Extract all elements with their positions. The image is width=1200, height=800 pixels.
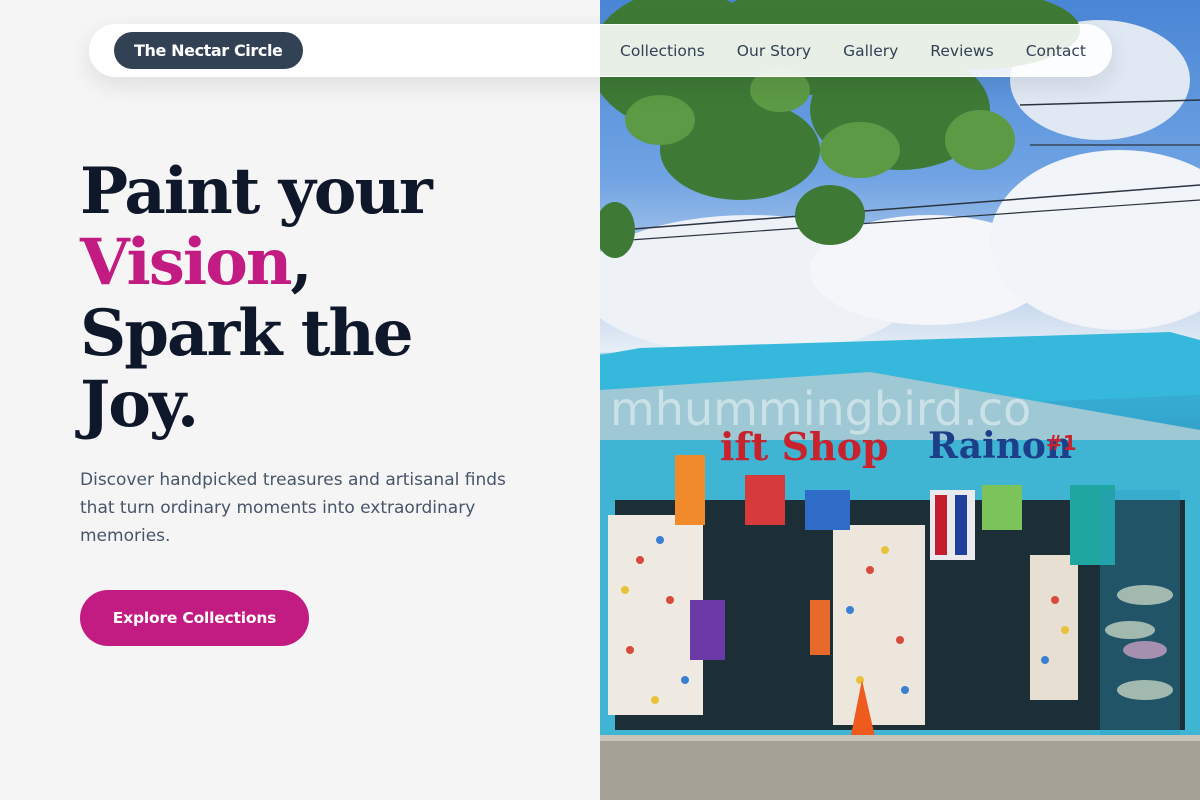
nav-link-reviews[interactable]: Reviews (930, 42, 993, 60)
headline-line-4: Joy. (80, 367, 199, 442)
nav-link-collections[interactable]: Collections (620, 42, 705, 60)
nav-link-gallery[interactable]: Gallery (843, 42, 898, 60)
brand-logo[interactable]: The Nectar Circle (114, 32, 303, 69)
nav-link-our-story[interactable]: Our Story (737, 42, 811, 60)
hero-headline: Paint your Vision, Spark the Joy. (80, 156, 560, 440)
hero-photo: ift Shop Rainon #1 mhummingbird.co (600, 0, 1200, 800)
nav-link-contact[interactable]: Contact (1026, 42, 1086, 60)
photo-watermark: mhummingbird.co (610, 382, 1031, 436)
headline-line-3: Spark the (80, 296, 414, 371)
headline-accent: Vision (80, 225, 292, 300)
top-navbar: The Nectar Circle Collections Our Story … (89, 24, 1112, 77)
hero-left-panel: Paint your Vision, Spark the Joy. Discov… (0, 0, 600, 800)
headline-comma: , (290, 225, 312, 300)
nav-links: Collections Our Story Gallery Reviews Co… (620, 42, 1086, 60)
sign-number: #1 (1046, 431, 1077, 455)
explore-collections-button[interactable]: Explore Collections (80, 590, 309, 646)
gift-shop-photo: ift Shop Rainon #1 mhummingbird.co (600, 0, 1200, 800)
headline-line-1: Paint your (80, 154, 433, 229)
hero-subtitle: Discover handpicked treasures and artisa… (80, 470, 506, 546)
